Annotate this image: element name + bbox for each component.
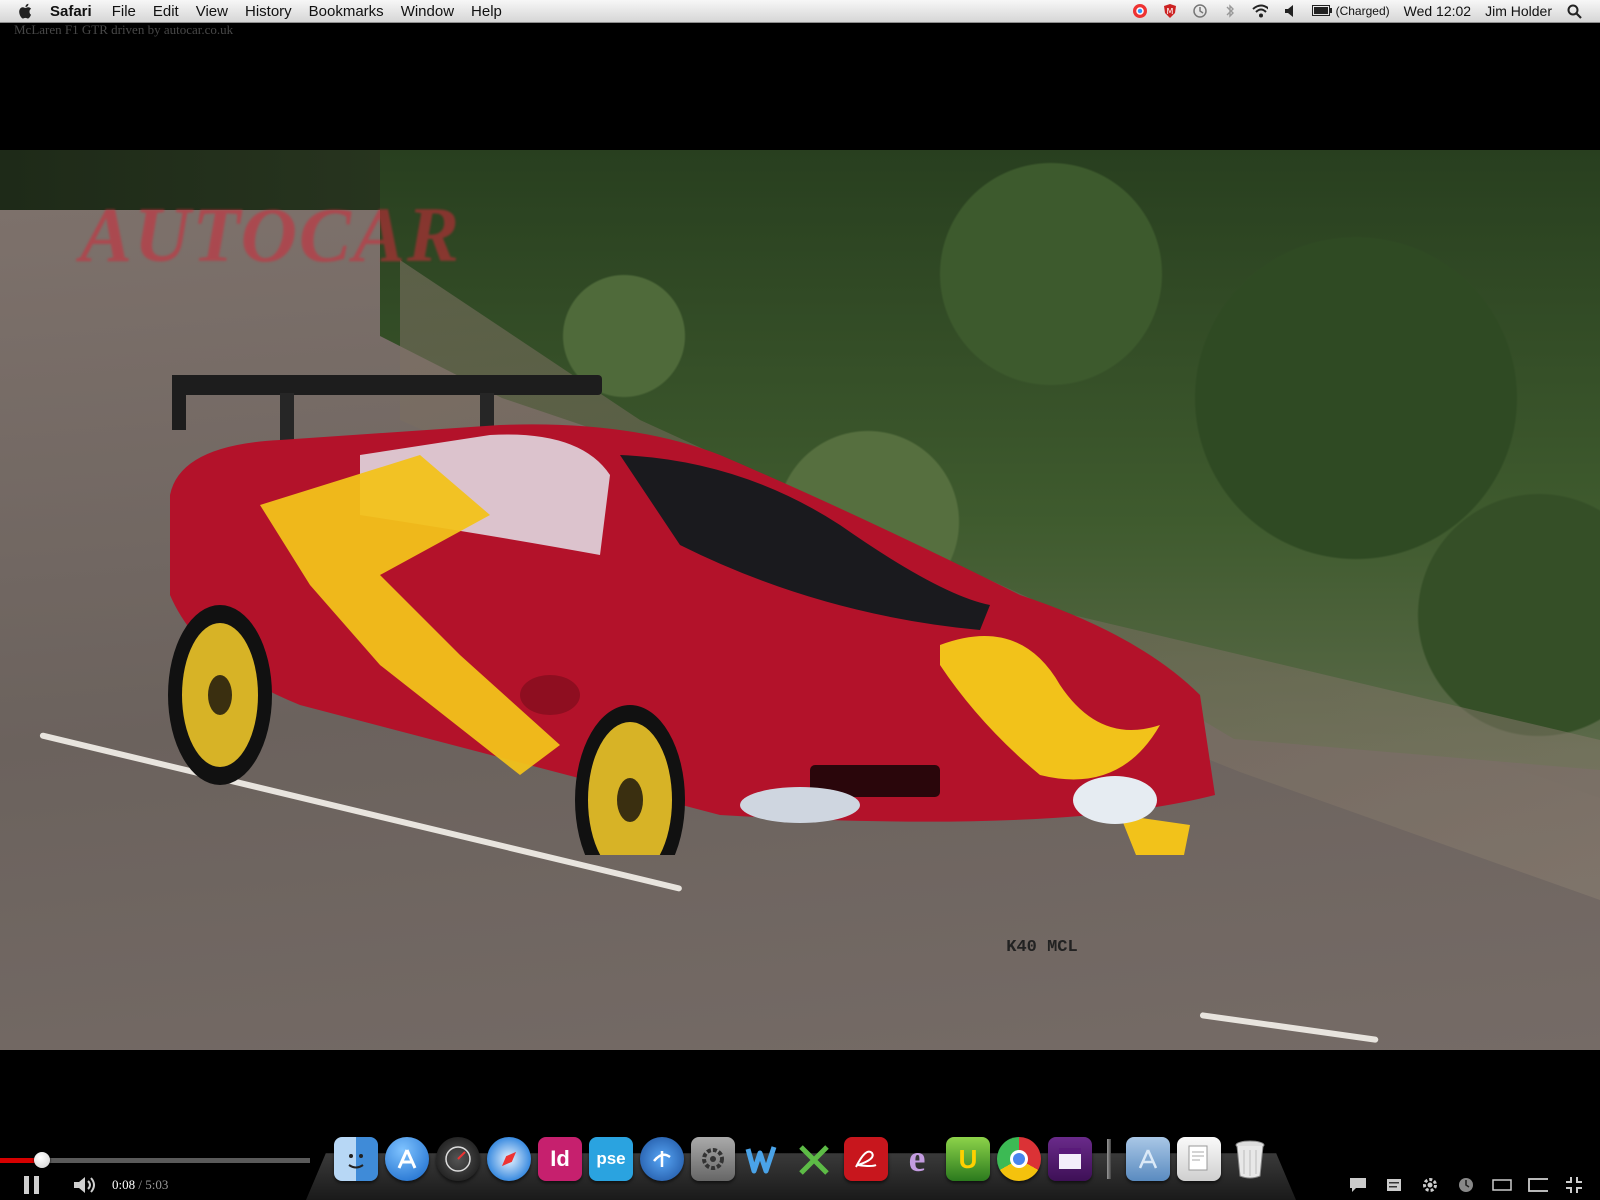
video-frame[interactable]: AUTOCAR K40 MCL	[0, 150, 1600, 1050]
autocar-watermark: AUTOCAR	[80, 191, 461, 278]
settings-gear-icon[interactable]	[1420, 1176, 1440, 1194]
status-tray: M (Charged) Wed 12:02 Jim Holder	[1132, 3, 1600, 19]
battery-status[interactable]: (Charged)	[1311, 3, 1390, 19]
captions-icon[interactable]	[1348, 1176, 1368, 1194]
volume-icon[interactable]	[1282, 3, 1298, 19]
license-plate-text: K40 MCL	[1006, 938, 1078, 957]
dock: Id pse e U	[334, 1135, 1272, 1183]
app-store-icon[interactable]	[385, 1137, 429, 1181]
player-right-controls	[1348, 1170, 1584, 1200]
menu-window[interactable]: Window	[401, 3, 454, 20]
dashboard-icon[interactable]	[436, 1137, 480, 1181]
indesign-icon[interactable]: Id	[538, 1137, 582, 1181]
transcript-icon[interactable]	[1384, 1176, 1404, 1194]
battery-icon	[1311, 3, 1332, 19]
app-menu-safari[interactable]: Safari	[50, 3, 92, 20]
volume-button[interactable]	[72, 1175, 98, 1195]
watch-later-icon[interactable]	[1456, 1176, 1476, 1194]
bluetooth-icon[interactable]	[1222, 3, 1238, 19]
photoshop-elements-icon[interactable]: pse	[589, 1137, 633, 1181]
menu-bookmarks[interactable]: Bookmarks	[309, 3, 384, 20]
calendar-icon[interactable]	[1048, 1137, 1092, 1181]
dock-separator	[1107, 1139, 1111, 1179]
current-time: 0:08	[112, 1177, 136, 1192]
acrobat-icon[interactable]	[844, 1137, 888, 1181]
clock[interactable]: Wed 12:02	[1404, 3, 1471, 19]
time-machine-icon[interactable]	[1192, 3, 1208, 19]
finder-icon[interactable]	[334, 1137, 378, 1181]
apple-menu-icon[interactable]	[16, 1, 36, 21]
svg-text:M: M	[1166, 7, 1173, 16]
excel-icon[interactable]	[793, 1137, 837, 1181]
antivirus-shield-icon[interactable]: M	[1162, 3, 1178, 19]
small-player-icon[interactable]	[1492, 1176, 1512, 1194]
word-icon[interactable]	[742, 1137, 786, 1181]
headlight	[740, 787, 860, 823]
google-earth-icon[interactable]	[640, 1137, 684, 1181]
rear-wing	[172, 375, 602, 395]
menu-file[interactable]: File	[112, 3, 136, 20]
video-title: McLaren F1 GTR driven by autocar.co.uk	[14, 22, 234, 37]
time-display: 0:08 / 5:03	[112, 1177, 168, 1193]
rear-wheel	[168, 605, 272, 785]
user-name[interactable]: Jim Holder	[1485, 3, 1552, 19]
chrome-icon[interactable]	[997, 1137, 1041, 1181]
fullscreen-exit-icon[interactable]	[1564, 1176, 1584, 1194]
safari-icon[interactable]	[487, 1137, 531, 1181]
side-mirror	[520, 675, 580, 715]
spotlight-search-icon[interactable]	[1566, 3, 1582, 19]
menu-history[interactable]: History	[245, 3, 292, 20]
trash-icon[interactable]	[1228, 1137, 1272, 1181]
applications-folder-icon[interactable]	[1126, 1137, 1170, 1181]
ultra-icon[interactable]: U	[946, 1137, 990, 1181]
documents-icon[interactable]	[1177, 1137, 1221, 1181]
pause-button[interactable]	[24, 1176, 46, 1194]
wifi-icon[interactable]	[1251, 3, 1268, 19]
entourage-icon[interactable]: e	[895, 1137, 939, 1181]
large-player-icon[interactable]	[1528, 1176, 1548, 1194]
total-time: 5:03	[145, 1177, 169, 1192]
progress-scrubber[interactable]	[34, 1152, 50, 1168]
system-preferences-icon[interactable]	[691, 1137, 735, 1181]
menu-edit[interactable]: Edit	[153, 3, 179, 20]
chrome-tray-icon[interactable]	[1132, 3, 1148, 19]
progress-bar[interactable]	[0, 1152, 310, 1168]
menu-view[interactable]: View	[196, 3, 228, 20]
menu-bar: Safari File Edit View History Bookmarks …	[0, 0, 1600, 23]
menu-help[interactable]: Help	[471, 3, 502, 20]
headlight	[1073, 776, 1157, 824]
time-separator: /	[135, 1177, 146, 1192]
race-car	[168, 375, 1215, 855]
battery-label: (Charged)	[1335, 4, 1390, 18]
